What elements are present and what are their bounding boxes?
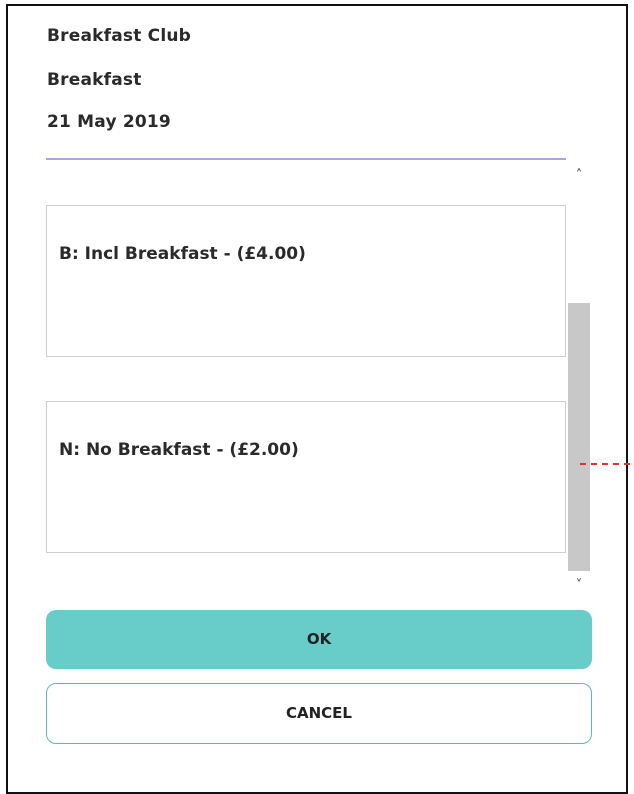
option-incl-breakfast[interactable]: B: Incl Breakfast - (£4.00) [46,205,566,357]
session-name: Breakfast [47,70,142,90]
option-list: B: Incl Breakfast - (£4.00) N: No Breakf… [46,165,592,597]
session-date: 21 May 2019 [47,112,171,132]
scroll-up-icon[interactable]: ˄ [566,167,592,185]
ok-button[interactable]: OK [46,610,592,669]
option-no-breakfast[interactable]: N: No Breakfast - (£2.00) [46,401,566,553]
scroll-down-icon[interactable]: ˅ [566,577,592,595]
option-label: B: Incl Breakfast - (£4.00) [59,244,306,264]
scrollbar-thumb[interactable] [568,303,590,571]
scrollbar-track[interactable] [566,187,592,575]
header-divider [46,158,566,160]
club-name: Breakfast Club [47,26,192,46]
annotation-dashed-line [580,463,630,465]
option-label: N: No Breakfast - (£2.00) [59,440,299,460]
cancel-button[interactable]: CANCEL [46,683,592,744]
